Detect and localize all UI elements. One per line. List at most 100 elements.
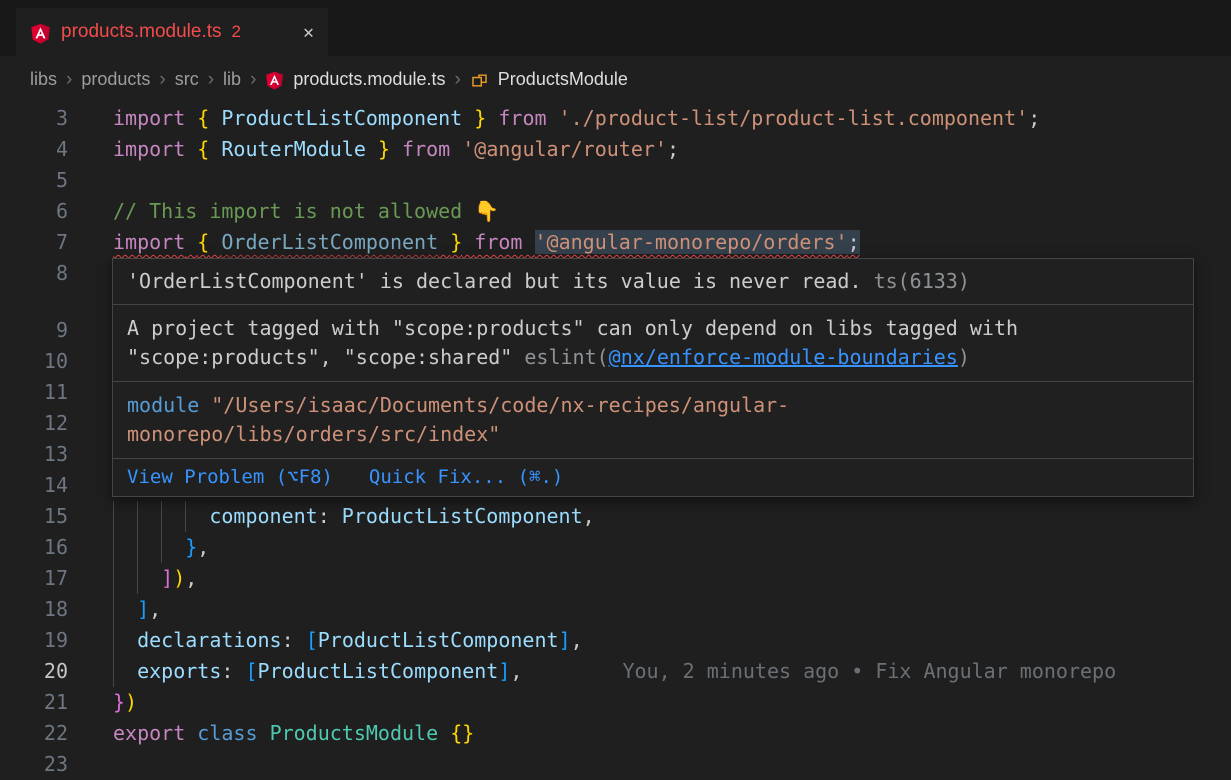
code-token: {: [197, 137, 209, 161]
line-number: 21: [0, 687, 68, 718]
code-line-17[interactable]: 17 ]),: [0, 563, 1231, 594]
code-token: from: [402, 137, 450, 161]
code-line-5[interactable]: 5: [0, 165, 1231, 196]
module-path-line1: module"/Users/isaac/Documents/code/nx-re…: [127, 391, 1179, 420]
line-number: 12: [0, 408, 68, 439]
code-token: [113, 628, 137, 652]
code-token: 👇: [474, 199, 499, 223]
code-token: {: [197, 106, 209, 130]
code-line-21[interactable]: 21}): [0, 687, 1231, 718]
code-token: :: [318, 504, 342, 528]
breadcrumb-item-src[interactable]: src: [175, 69, 199, 90]
code-token: ,: [583, 504, 595, 528]
code-token: ]: [498, 659, 510, 683]
code-token: import: [113, 230, 185, 254]
code-line-7[interactable]: 7import { OrderListComponent } from '@an…: [0, 227, 1231, 258]
line-number: 20: [0, 656, 68, 687]
code-token: [390, 137, 402, 161]
tab-bar: products.module.ts 2 ✕: [0, 0, 1231, 56]
code-token: ProductListComponent: [318, 628, 559, 652]
code-token: :: [221, 659, 245, 683]
code-token: [438, 721, 450, 745]
code-line-15[interactable]: 15 component: ProductListComponent,: [0, 501, 1231, 532]
breadcrumb-item-symbol[interactable]: ProductsModule: [498, 69, 628, 90]
error-hover-popup: 'OrderListComponent' is declared but its…: [112, 258, 1194, 497]
code-token: from: [498, 106, 546, 130]
ts-error-message: 'OrderListComponent' is declared but its…: [127, 269, 862, 293]
line-number: 6: [0, 196, 68, 227]
angular-icon: [30, 23, 51, 44]
line-number: 5: [0, 165, 68, 196]
code-token: [486, 106, 498, 130]
code-token: ,: [185, 566, 197, 590]
code-token: [438, 230, 450, 254]
code-token: OrderListComponent: [221, 230, 438, 254]
code-text: component: ProductListComponent,: [113, 501, 595, 532]
code-token: ]: [559, 628, 571, 652]
code-token: [185, 230, 197, 254]
line-number: 15: [0, 501, 68, 532]
code-line-22[interactable]: 22export class ProductsModule {}: [0, 718, 1231, 749]
eslint-message-line2-text: "scope:products", "scope:shared": [127, 345, 524, 369]
line-number: 18: [0, 594, 68, 625]
code-token: import: [113, 106, 185, 130]
code-token: ProductListComponent: [342, 504, 583, 528]
code-text: }): [113, 687, 137, 718]
code-text: declarations: [ProductListComponent],: [113, 625, 583, 656]
code-token: [113, 535, 185, 559]
module-keyword: module: [127, 393, 199, 417]
code-token: // This import is not allowed: [113, 199, 474, 223]
code-token: ProductListComponent: [258, 659, 499, 683]
breadcrumb-separator: ›: [454, 69, 460, 91]
code-token: [209, 230, 221, 254]
code-token: [185, 106, 197, 130]
code-line-23[interactable]: 23: [0, 749, 1231, 780]
view-problem-link[interactable]: View Problem (⌥F8): [127, 464, 333, 491]
eslint-message-line1: A project tagged with "scope:products" c…: [127, 314, 1179, 343]
code-line-16[interactable]: 16 },: [0, 532, 1231, 563]
code-text: ]),: [113, 563, 197, 594]
code-token: }: [378, 137, 390, 161]
line-number: 13: [0, 439, 68, 470]
code-token: [462, 230, 474, 254]
breadcrumb-item-products[interactable]: products: [81, 69, 150, 90]
code-token: ;: [848, 230, 860, 254]
angular-file-icon: [265, 71, 284, 90]
code-token: ]: [137, 597, 149, 621]
code-line-19[interactable]: 19 declarations: [ProductListComponent],: [0, 625, 1231, 656]
hover-action-bar: View Problem (⌥F8) Quick Fix... (⌘.): [113, 458, 1193, 496]
module-path-text2: monorepo/libs/orders/src/index": [127, 422, 500, 446]
code-text: // This import is not allowed 👇: [113, 196, 499, 227]
code-token: [113, 597, 137, 621]
code-token: }: [450, 230, 462, 254]
eslint-rule-link[interactable]: @nx/enforce-module-boundaries: [609, 345, 958, 369]
code-token: [209, 106, 221, 130]
breadcrumb-item-file[interactable]: products.module.ts: [293, 69, 445, 90]
line-number: 14: [0, 470, 68, 501]
code-token: [450, 137, 462, 161]
breadcrumb-item-lib[interactable]: lib: [223, 69, 241, 90]
tab-products-module[interactable]: products.module.ts 2 ✕: [16, 8, 328, 56]
code-text: exports: [ProductListComponent],You, 2 m…: [113, 656, 1116, 687]
hover-eslint-error: A project tagged with "scope:products" c…: [113, 304, 1193, 381]
code-line-20[interactable]: 20 exports: [ProductListComponent],You, …: [0, 656, 1231, 687]
code-line-6[interactable]: 6 // This import is not allowed 👇: [0, 196, 1231, 227]
code-token: declarations: [137, 628, 282, 652]
breadcrumb-item-libs[interactable]: libs: [30, 69, 57, 90]
code-text: export class ProductsModule {}: [113, 718, 474, 749]
quick-fix-link[interactable]: Quick Fix... (⌘.): [369, 464, 563, 491]
code-line-3[interactable]: 3import { ProductListComponent } from '.…: [0, 103, 1231, 134]
code-token: ): [173, 566, 185, 590]
code-token: ): [125, 690, 137, 714]
line-number: 8: [0, 258, 68, 289]
code-line-4[interactable]: 4import { RouterModule } from '@angular/…: [0, 134, 1231, 165]
code-text: import { RouterModule } from '@angular/r…: [113, 134, 679, 165]
line-number: 11: [0, 377, 68, 408]
code-token: './product-list/product-list.component': [559, 106, 1029, 130]
code-line-18[interactable]: 18 ],: [0, 594, 1231, 625]
tab-close-icon[interactable]: ✕: [303, 22, 314, 43]
code-token: class: [197, 721, 257, 745]
code-token: [185, 137, 197, 161]
code-editor[interactable]: 3import { ProductListComponent } from '.…: [0, 103, 1231, 780]
symbol-class-icon: [470, 71, 489, 90]
